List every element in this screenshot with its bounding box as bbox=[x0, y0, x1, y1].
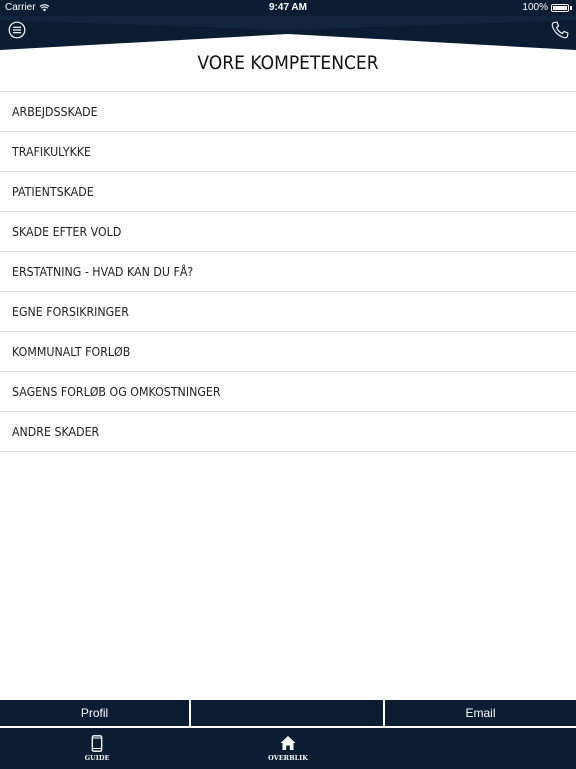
list-item-arbejdsskade[interactable]: ARBEJDSSKADE bbox=[0, 92, 576, 132]
battery-icon bbox=[551, 4, 569, 12]
list-item-skade-efter-vold[interactable]: SKADE EFTER VOLD bbox=[0, 212, 576, 252]
phone-device-icon bbox=[91, 735, 103, 752]
list-item-label: SAGENS FORLØB OG OMKOSTNINGER bbox=[12, 384, 221, 399]
action-bar-middle-button[interactable] bbox=[191, 700, 385, 726]
list-item-label: PATIENTSKADE bbox=[12, 184, 94, 199]
phone-icon bbox=[551, 21, 569, 39]
list-item-patientskade[interactable]: PATIENTSKADE bbox=[0, 172, 576, 212]
list-item-sagens-forloeb[interactable]: SAGENS FORLØB OG OMKOSTNINGER bbox=[0, 372, 576, 412]
email-button[interactable]: Email bbox=[385, 700, 576, 726]
app-header: Carrier 9:47 AM 100% bbox=[0, 0, 576, 50]
tab-overblik[interactable]: OVERBLIK bbox=[248, 728, 328, 769]
competence-list: ARBEJDSSKADE TRAFIKULYKKE PATIENTSKADE S… bbox=[0, 91, 576, 452]
tab-bar: GUIDE OVERBLIK bbox=[0, 727, 576, 769]
list-item-andre-skader[interactable]: ANDRE SKADER bbox=[0, 412, 576, 452]
list-item-label: TRAFIKULYKKE bbox=[12, 144, 92, 159]
clock: 9:47 AM bbox=[269, 2, 307, 13]
list-item-label: ANDRE SKADER bbox=[12, 424, 100, 439]
profil-button[interactable]: Profil bbox=[0, 700, 191, 726]
battery-percent: 100% bbox=[522, 2, 548, 13]
list-item-egne-forsikringer[interactable]: EGNE FORSIKRINGER bbox=[0, 292, 576, 332]
list-item-erstatning[interactable]: ERSTATNING - HVAD KAN DU FÅ? bbox=[0, 252, 576, 292]
list-item-label: KOMMUNALT FORLØB bbox=[12, 344, 131, 359]
tab-overblik-label: OVERBLIK bbox=[268, 754, 308, 762]
battery-indicator: 100% bbox=[522, 0, 572, 16]
menu-button[interactable] bbox=[8, 21, 26, 39]
call-button[interactable] bbox=[550, 20, 570, 40]
action-bar: Profil Email bbox=[0, 700, 576, 726]
list-item-label: SKADE EFTER VOLD bbox=[12, 224, 122, 239]
tab-guide[interactable]: GUIDE bbox=[57, 728, 137, 769]
list-item-trafikulykke[interactable]: TRAFIKULYKKE bbox=[0, 132, 576, 172]
tab-guide-label: GUIDE bbox=[84, 754, 110, 762]
list-item-label: EGNE FORSIKRINGER bbox=[12, 304, 129, 319]
menu-circle-icon bbox=[8, 21, 26, 39]
status-bar: Carrier 9:47 AM 100% bbox=[0, 0, 576, 16]
home-icon bbox=[280, 736, 296, 750]
list-item-label: ARBEJDSSKADE bbox=[12, 104, 98, 119]
list-item-kommunalt-forloeb[interactable]: KOMMUNALT FORLØB bbox=[0, 332, 576, 372]
page-title: VORE KOMPETENCER bbox=[197, 52, 379, 74]
list-item-label: ERSTATNING - HVAD KAN DU FÅ? bbox=[12, 264, 194, 279]
